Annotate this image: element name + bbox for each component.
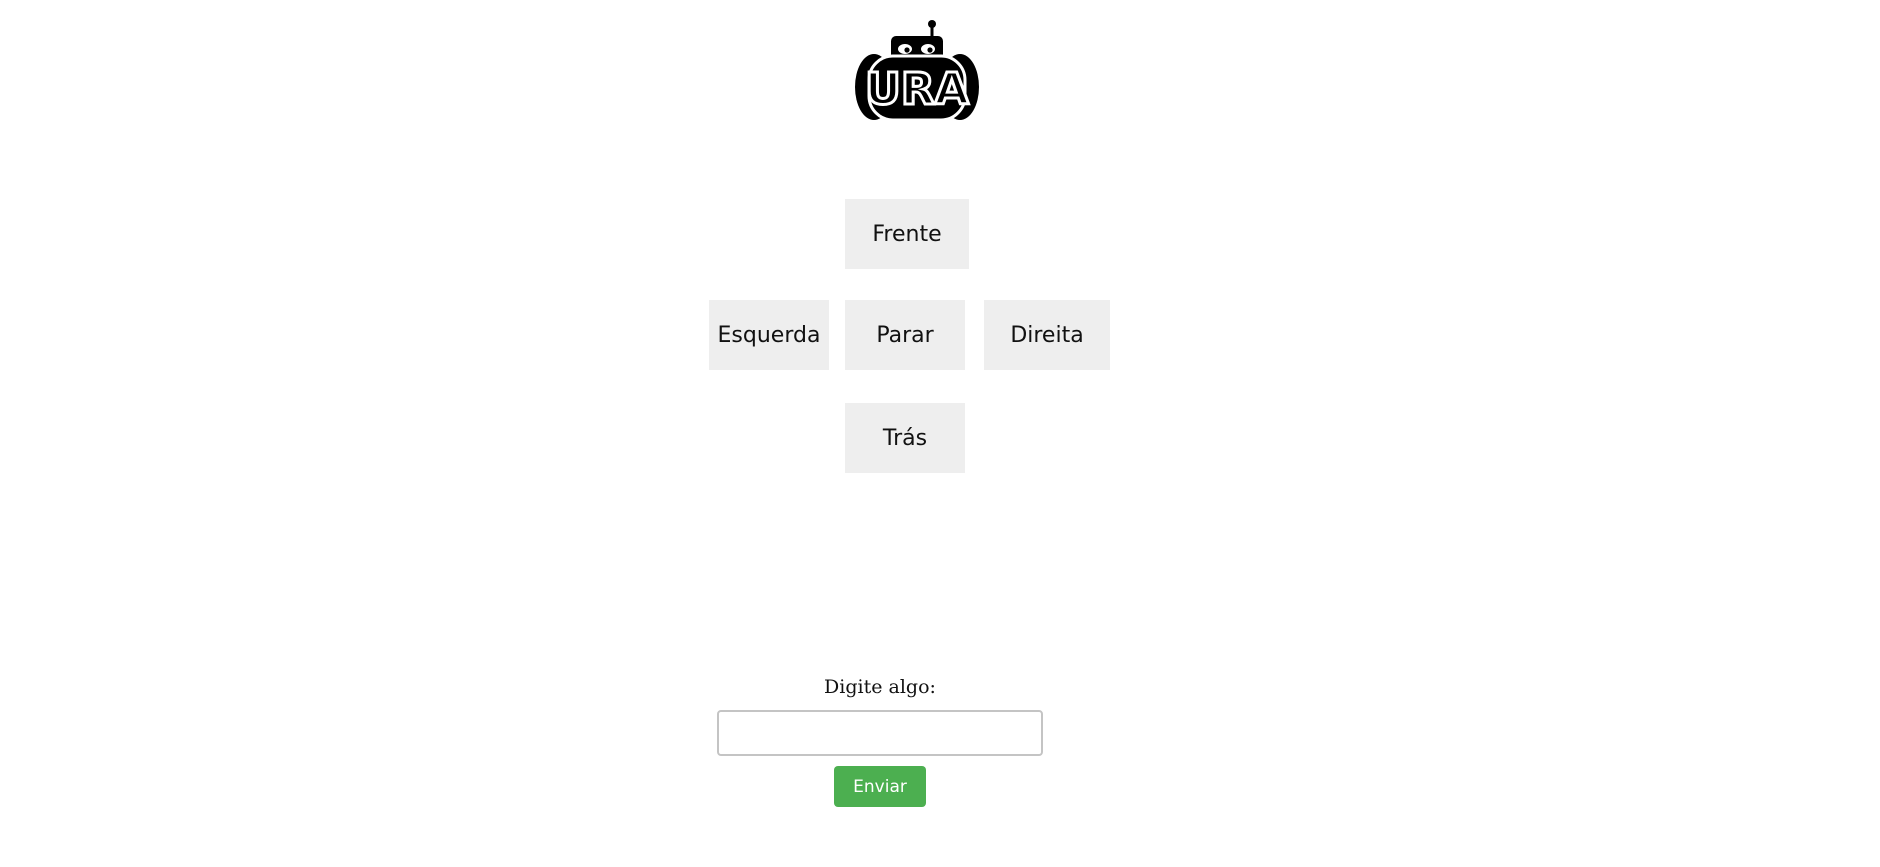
submit-button[interactable]: Enviar <box>834 766 926 807</box>
ura-robot-logo: URA <box>852 20 982 122</box>
stop-button[interactable]: Parar <box>845 300 965 370</box>
message-label: Digite algo: <box>824 676 936 698</box>
forward-button[interactable]: Frente <box>845 199 969 269</box>
robot-logo-icon: URA <box>855 20 979 122</box>
page: URA Frente Esquerda Parar Direita Trás D… <box>0 0 1880 867</box>
message-form: Digite algo: Enviar <box>700 676 1060 807</box>
back-button[interactable]: Trás <box>845 403 965 473</box>
message-input[interactable] <box>717 710 1043 756</box>
right-button[interactable]: Direita <box>984 300 1110 370</box>
logo-text: URA <box>865 64 969 115</box>
left-button[interactable]: Esquerda <box>709 300 829 370</box>
